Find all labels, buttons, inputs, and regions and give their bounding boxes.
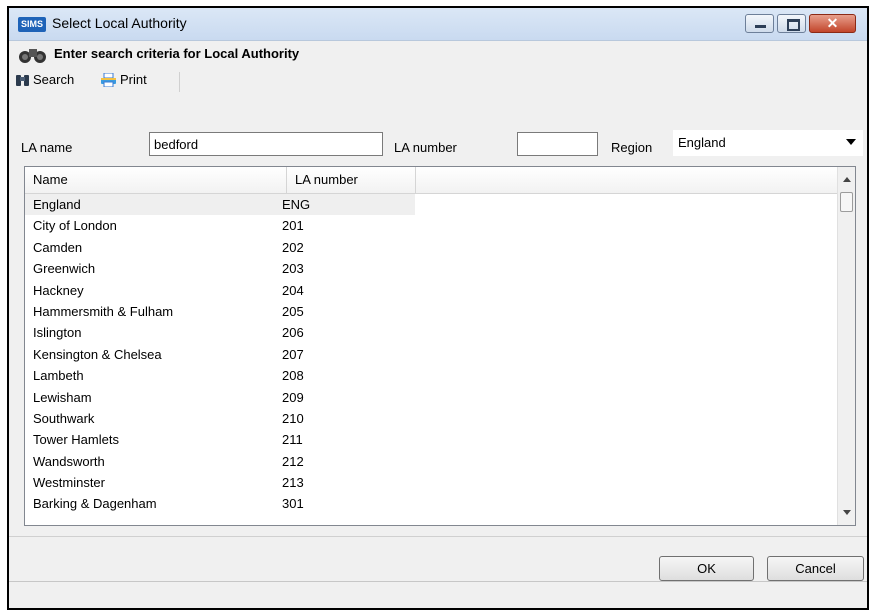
footer-divider bbox=[9, 536, 867, 537]
scroll-up-button[interactable] bbox=[838, 171, 855, 188]
cell-la-number: 208 bbox=[282, 368, 304, 384]
la-number-label: LA number bbox=[394, 140, 457, 155]
cell-la-number: 207 bbox=[282, 346, 304, 362]
scroll-down-button[interactable] bbox=[838, 504, 855, 521]
table-row[interactable]: Hammersmith & Fulham 205 bbox=[25, 301, 839, 322]
search-binoculars-icon bbox=[16, 74, 29, 86]
table-row[interactable]: Wandsworth 212 bbox=[25, 451, 839, 472]
print-label: Print bbox=[120, 72, 147, 87]
cell-la-number: 206 bbox=[282, 325, 304, 341]
vertical-scrollbar[interactable] bbox=[837, 167, 855, 525]
la-name-input[interactable] bbox=[149, 132, 383, 156]
minimize-icon bbox=[755, 25, 766, 28]
region-select[interactable]: England bbox=[673, 130, 863, 156]
table-row[interactable]: England ENG bbox=[25, 194, 415, 216]
table-row[interactable]: Westminster 213 bbox=[25, 472, 839, 493]
table-row[interactable]: Kensington & Chelsea 207 bbox=[25, 344, 839, 365]
table-row[interactable]: Hackney 204 bbox=[25, 280, 839, 301]
cell-la-number: 212 bbox=[282, 453, 304, 469]
print-button[interactable]: Print bbox=[100, 72, 147, 87]
grid-rows: England ENG City of London 201 Camden 202 Gree… bbox=[25, 194, 839, 515]
column-header-name[interactable]: Name bbox=[25, 167, 287, 193]
chevron-up-icon bbox=[843, 177, 851, 182]
table-row[interactable]: Barking & Dagenham 301 bbox=[25, 493, 839, 514]
table-row[interactable]: Lambeth 208 bbox=[25, 365, 839, 386]
region-selected-value: England bbox=[678, 135, 726, 150]
ok-button[interactable]: OK bbox=[659, 556, 754, 581]
search-button[interactable]: Search bbox=[15, 72, 74, 87]
chevron-down-icon bbox=[846, 139, 856, 145]
toolbar: Search Print bbox=[9, 68, 867, 95]
cell-name: Tower Hamlets bbox=[33, 432, 119, 448]
search-label: Search bbox=[33, 72, 75, 87]
cancel-button[interactable]: Cancel bbox=[767, 556, 864, 581]
table-row[interactable]: Tower Hamlets 211 bbox=[25, 429, 839, 450]
cell-name: Westminster bbox=[33, 475, 105, 491]
cell-name: Lewisham bbox=[33, 389, 92, 405]
cell-la-number: 213 bbox=[282, 475, 304, 491]
sims-logo-icon: SIMS bbox=[18, 17, 46, 32]
cell-name: Islington bbox=[33, 325, 82, 341]
close-icon: ✕ bbox=[826, 15, 839, 31]
cell-la-number: 301 bbox=[282, 496, 304, 512]
cell-la-number: 205 bbox=[282, 303, 304, 319]
la-results-grid[interactable]: Name LA number England ENG City of London 2… bbox=[24, 166, 856, 526]
cell-name: Hackney bbox=[33, 282, 84, 298]
cell-name: Southwark bbox=[33, 410, 95, 426]
column-header-la-number[interactable]: LA number bbox=[287, 167, 416, 193]
cell-la-number: 210 bbox=[282, 410, 304, 426]
cell-la-number: 202 bbox=[282, 239, 304, 255]
search-header: Enter search criteria for Local Authorit… bbox=[9, 41, 867, 68]
grid-header: Name LA number bbox=[25, 167, 839, 194]
cell-la-number: 201 bbox=[282, 218, 304, 234]
table-row[interactable]: Islington 206 bbox=[25, 322, 839, 343]
cell-name: Hammersmith & Fulham bbox=[33, 303, 174, 319]
close-button[interactable]: ✕ bbox=[809, 14, 856, 33]
scroll-thumb[interactable] bbox=[840, 192, 853, 212]
cell-la-number: 211 bbox=[282, 432, 303, 448]
table-row[interactable]: Southwark 210 bbox=[25, 408, 839, 429]
region-label: Region bbox=[611, 140, 653, 155]
chevron-down-icon bbox=[843, 510, 851, 515]
cell-name: Wandsworth bbox=[33, 453, 105, 469]
maximize-icon bbox=[787, 19, 800, 31]
cell-la-number: 204 bbox=[282, 282, 304, 298]
cell-name: Barking & Dagenham bbox=[33, 496, 157, 512]
window-title: Select Local Authority bbox=[52, 15, 187, 31]
header-text: Enter search criteria for Local Authorit… bbox=[54, 46, 300, 61]
cell-la-number: 203 bbox=[282, 261, 304, 277]
table-row[interactable]: Lewisham 209 bbox=[25, 387, 839, 408]
binoculars-icon bbox=[19, 49, 46, 63]
cell-name: England bbox=[33, 197, 81, 212]
cell-name: Lambeth bbox=[33, 368, 84, 384]
cell-name: Camden bbox=[33, 239, 83, 255]
table-row[interactable]: Greenwich 203 bbox=[25, 258, 839, 279]
la-number-input[interactable] bbox=[517, 132, 598, 156]
title-bar[interactable]: SIMS Select Local Authority ✕ bbox=[9, 8, 867, 41]
cell-name: City of London bbox=[33, 218, 117, 234]
table-row[interactable]: Camden 202 bbox=[25, 237, 839, 258]
cell-name: Kensington & Chelsea bbox=[33, 346, 162, 362]
table-row[interactable]: City of London 201 bbox=[25, 215, 839, 236]
toolbar-separator bbox=[179, 72, 180, 92]
maximize-button[interactable] bbox=[777, 14, 806, 33]
dialog-window: SIMS Select Local Authority ✕ Enter sear… bbox=[7, 6, 869, 610]
la-name-label: LA name bbox=[21, 140, 73, 155]
cell-la-number: ENG bbox=[282, 197, 311, 212]
printer-icon bbox=[101, 72, 116, 87]
status-bar bbox=[9, 581, 867, 608]
minimize-button[interactable] bbox=[745, 14, 774, 33]
cell-name: Greenwich bbox=[33, 261, 96, 277]
cell-la-number: 209 bbox=[282, 389, 304, 405]
